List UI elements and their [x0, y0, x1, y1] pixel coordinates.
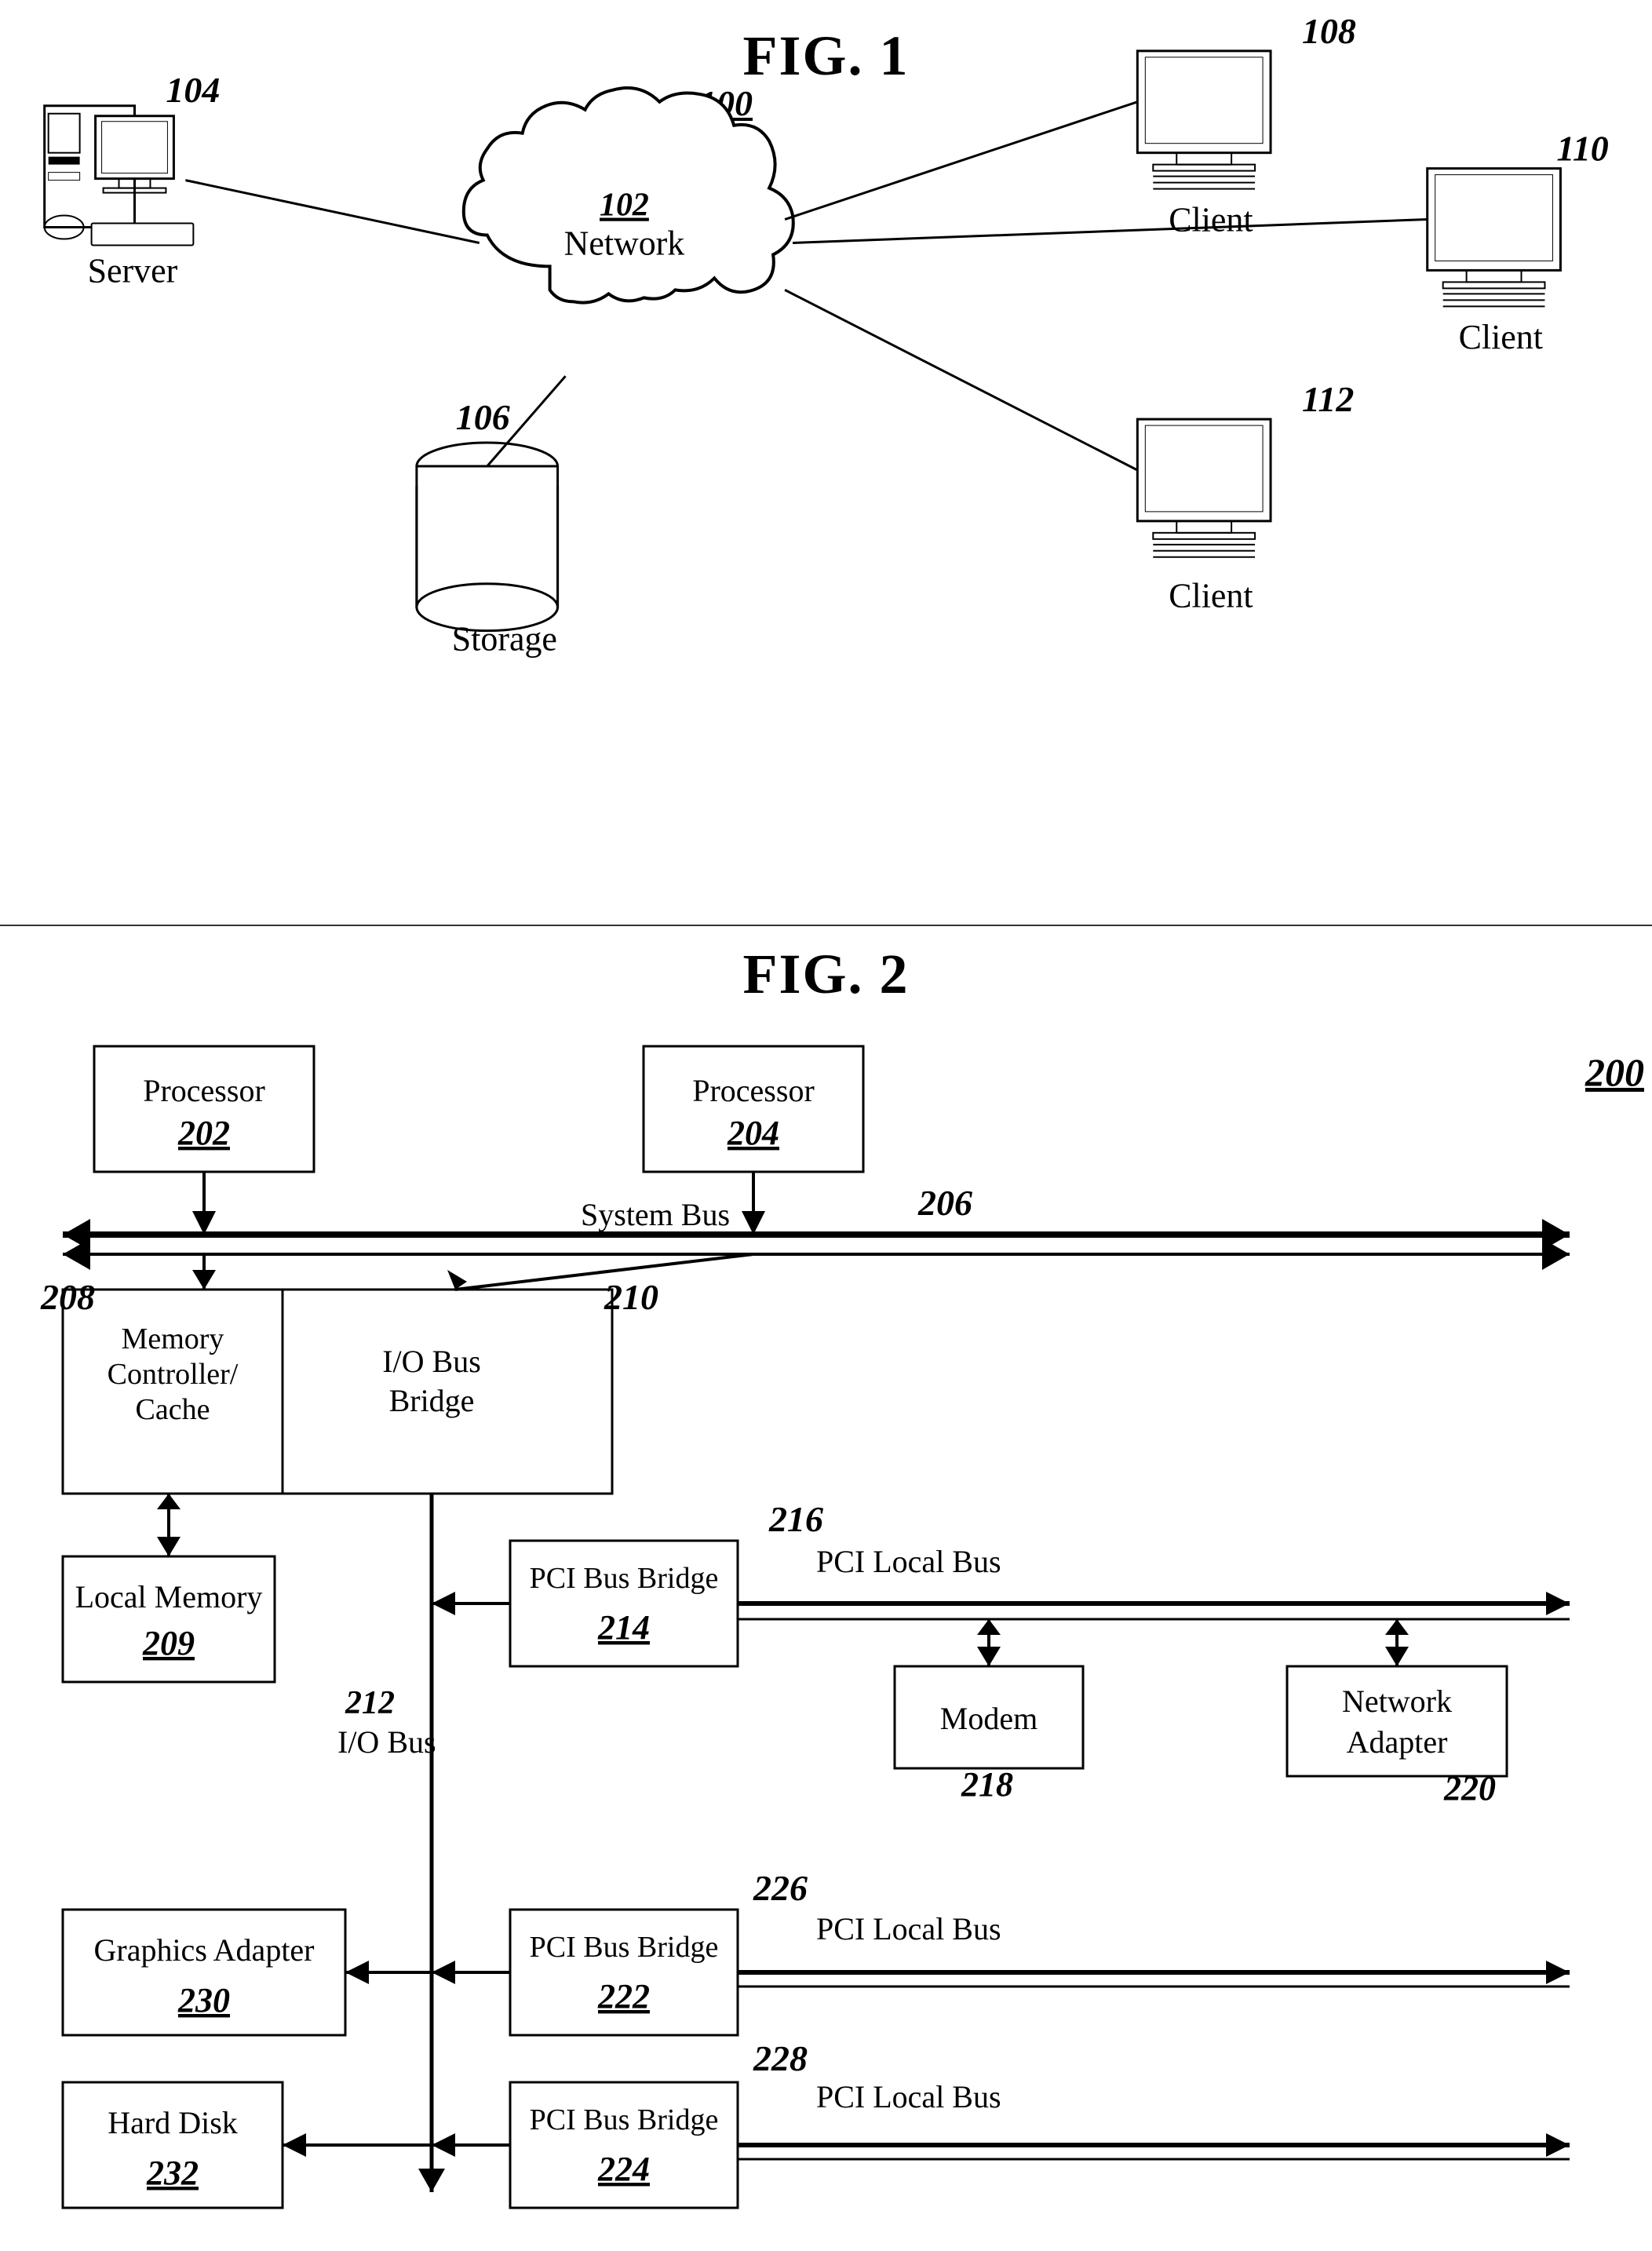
fig2-section: FIG. 2 200 Processor 202 Processor 204 S…	[0, 926, 1652, 2251]
svg-text:216: 216	[768, 1499, 823, 1539]
svg-text:Client: Client	[1169, 577, 1253, 615]
fig1-section: FIG. 1 100 102 Network 104 Server	[0, 0, 1652, 926]
svg-text:222: 222	[597, 1977, 650, 2016]
svg-text:Processor: Processor	[143, 1073, 265, 1108]
svg-text:Client: Client	[1169, 200, 1253, 239]
fig1-title: FIG. 1	[0, 0, 1652, 89]
svg-text:206: 206	[917, 1183, 972, 1223]
svg-text:PCI Local Bus: PCI Local Bus	[816, 1544, 1001, 1579]
svg-text:Processor: Processor	[692, 1073, 815, 1108]
svg-text:224: 224	[597, 2150, 650, 2188]
fig2-title: FIG. 2	[31, 942, 1621, 1007]
svg-text:Storage: Storage	[452, 620, 557, 659]
svg-text:PCI Bus Bridge: PCI Bus Bridge	[530, 1931, 719, 1964]
svg-text:PCI Bus Bridge: PCI Bus Bridge	[530, 1562, 719, 1595]
svg-text:204: 204	[727, 1114, 779, 1152]
svg-text:214: 214	[597, 1608, 650, 1647]
svg-text:I/O Bus: I/O Bus	[337, 1724, 436, 1760]
svg-text:Hard Disk: Hard Disk	[108, 2105, 238, 2140]
svg-text:202: 202	[177, 1114, 230, 1152]
svg-text:Memory: Memory	[122, 1323, 224, 1355]
svg-text:Bridge: Bridge	[389, 1383, 475, 1418]
svg-text:Local Memory: Local Memory	[75, 1579, 263, 1614]
svg-text:106: 106	[456, 397, 510, 437]
svg-text:Network: Network	[1342, 1684, 1452, 1719]
svg-text:112: 112	[1302, 379, 1354, 419]
fig1-diagram-svg: 102 Network 104 Server 106 Storage	[0, 0, 1652, 925]
svg-text:Cache: Cache	[136, 1393, 210, 1426]
svg-text:Controller/: Controller/	[108, 1358, 239, 1391]
svg-text:Network: Network	[564, 224, 685, 262]
svg-text:Server: Server	[88, 251, 178, 290]
svg-text:PCI Bus Bridge: PCI Bus Bridge	[530, 2103, 719, 2136]
svg-text:209: 209	[142, 1624, 195, 1662]
svg-text:Client: Client	[1459, 318, 1543, 356]
svg-text:Adapter: Adapter	[1347, 1724, 1448, 1760]
svg-text:PCI Local Bus: PCI Local Bus	[816, 1911, 1001, 1946]
svg-text:210: 210	[604, 1277, 658, 1317]
fig1-label-100: 100	[698, 82, 753, 124]
svg-text:I/O Bus: I/O Bus	[382, 1344, 481, 1379]
svg-text:110: 110	[1556, 129, 1608, 169]
svg-text:232: 232	[146, 2154, 199, 2192]
svg-text:220: 220	[1443, 1769, 1496, 1808]
svg-text:218: 218	[961, 1765, 1013, 1804]
svg-text:System Bus: System Bus	[581, 1197, 730, 1232]
svg-text:208: 208	[40, 1277, 95, 1317]
svg-text:228: 228	[753, 2038, 808, 2078]
svg-text:Graphics Adapter: Graphics Adapter	[93, 1932, 314, 1968]
svg-text:Modem: Modem	[940, 1701, 1038, 1736]
svg-text:230: 230	[177, 1981, 230, 2019]
svg-text:226: 226	[753, 1868, 808, 1908]
svg-text:200: 200	[1585, 1050, 1644, 1094]
svg-text:PCI Local Bus: PCI Local Bus	[816, 2079, 1001, 2114]
fig2-diagram-svg: 200 Processor 202 Processor 204 System B…	[31, 1023, 1652, 2235]
svg-text:212: 212	[345, 1685, 395, 1721]
svg-text:102: 102	[600, 188, 649, 224]
